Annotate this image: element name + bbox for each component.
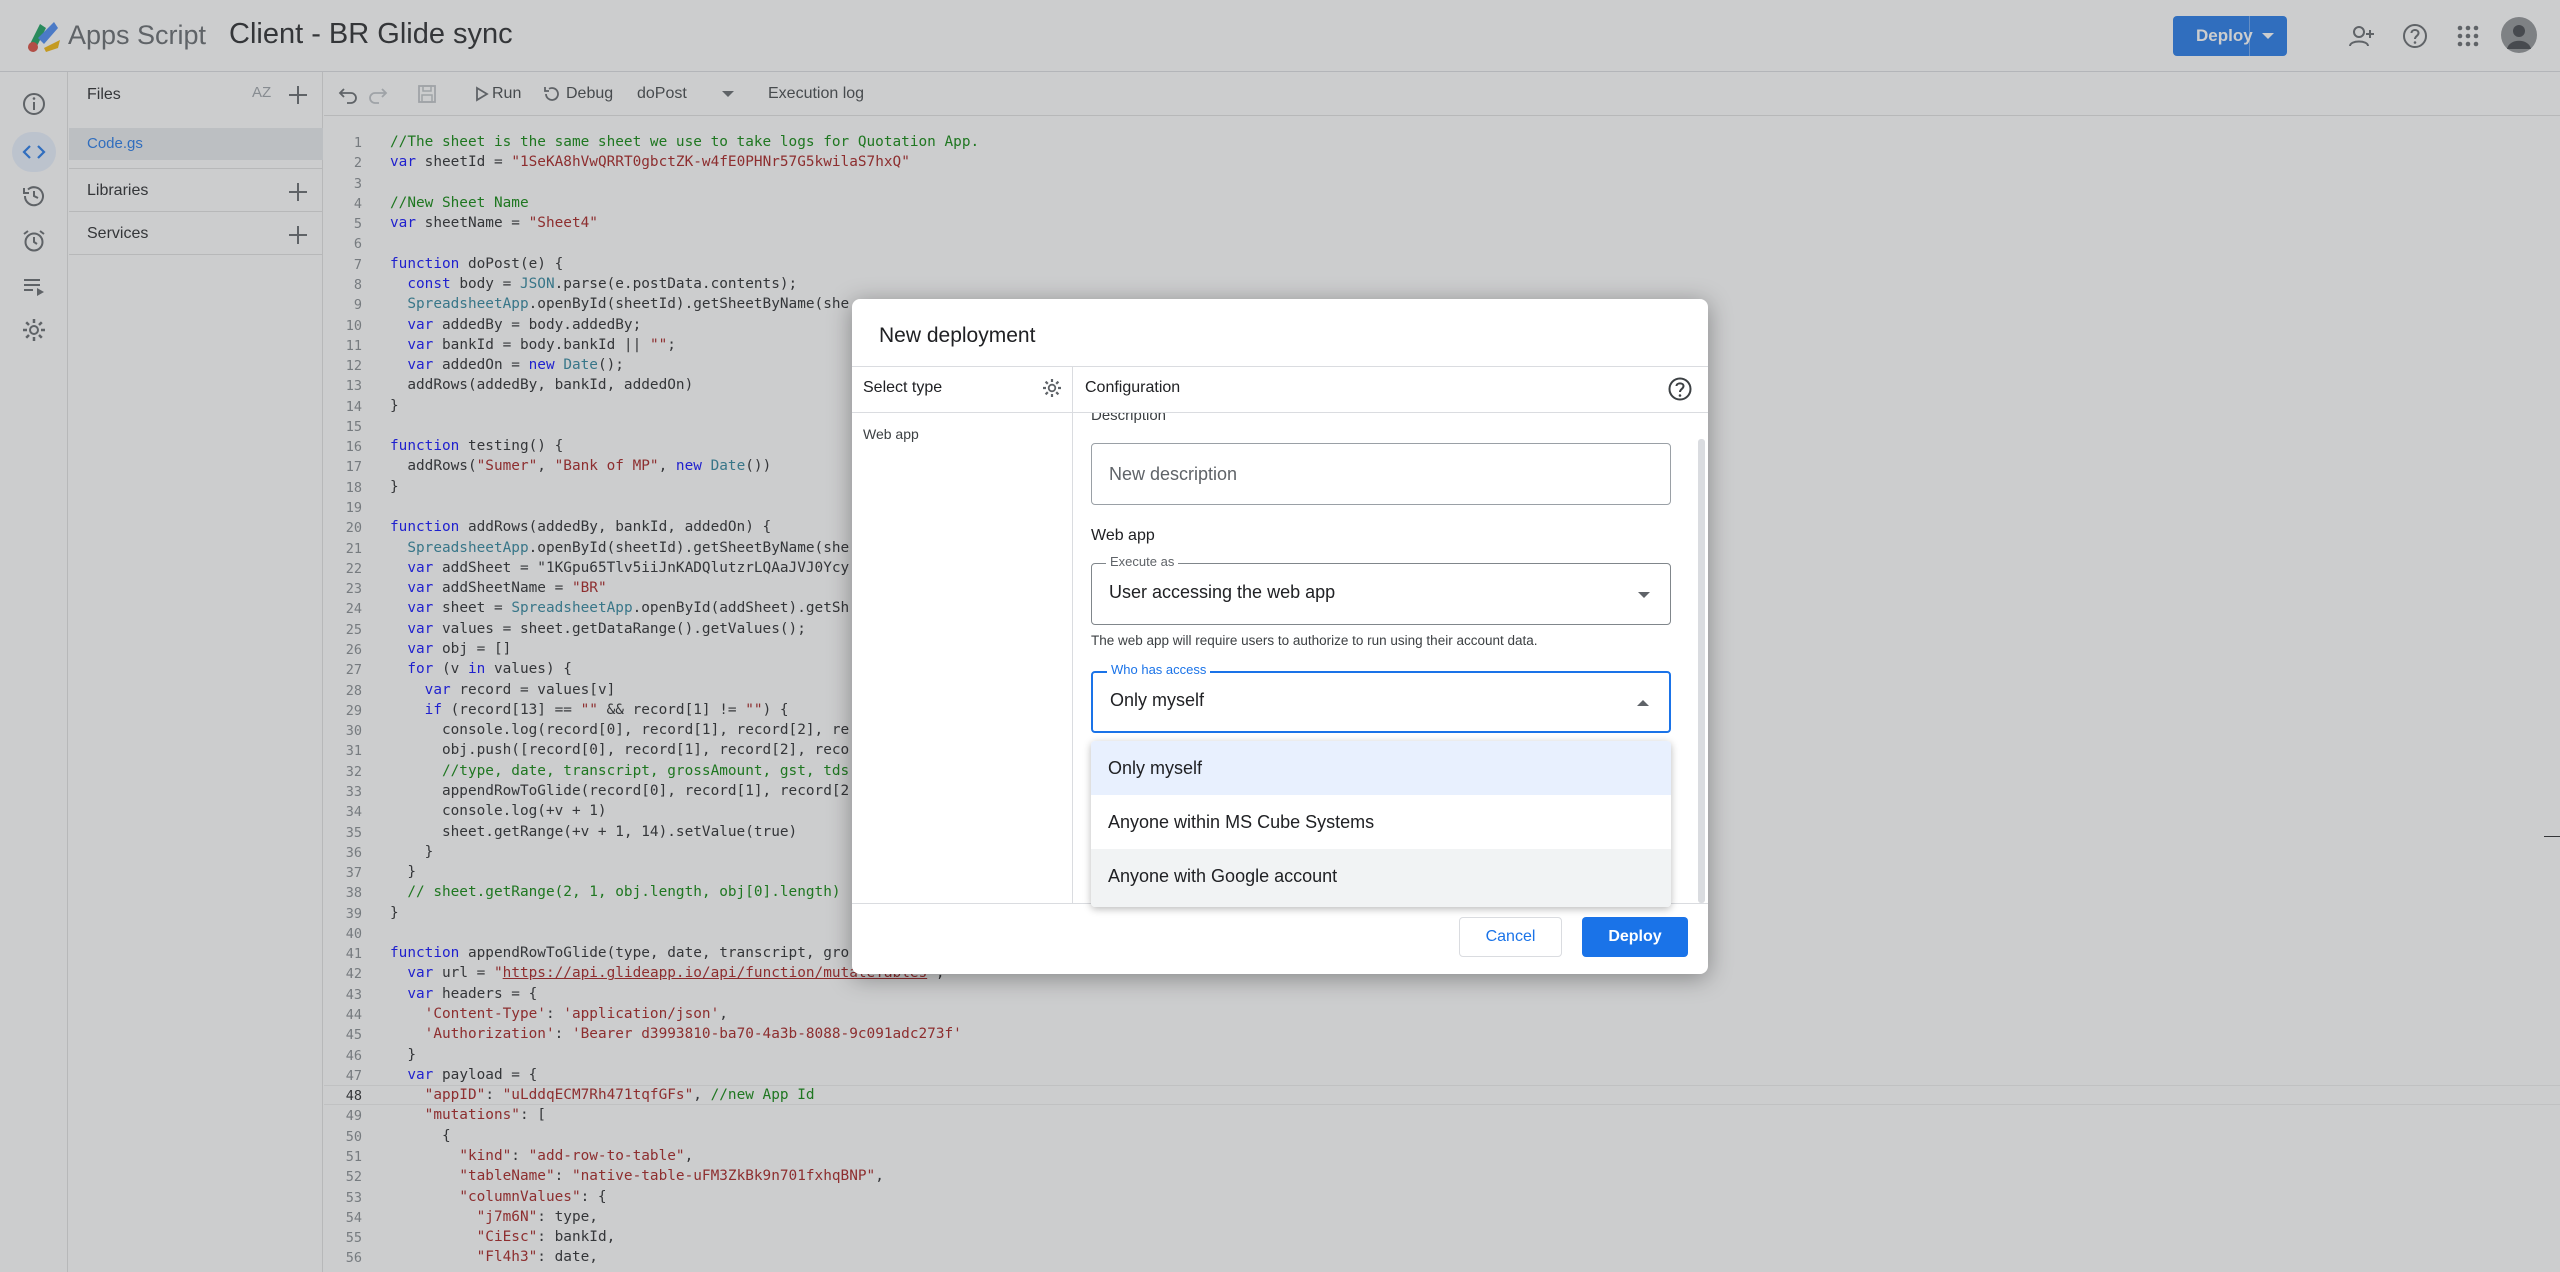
access-option-only-myself[interactable]: Only myself — [1091, 741, 1671, 795]
execute-as-select[interactable]: Execute as User accessing the web app — [1091, 554, 1671, 625]
description-label: Description — [1091, 413, 1167, 424]
web-app-heading: Web app — [1091, 527, 1155, 544]
execute-as-value: User accessing the web app — [1109, 582, 1336, 602]
deploy-button[interactable]: Deploy — [1582, 917, 1688, 957]
who-has-access-caret-up-icon — [1637, 700, 1649, 706]
access-option-label: Anyone within MS Cube Systems — [1108, 812, 1375, 832]
access-option-label: Only myself — [1108, 758, 1203, 778]
who-has-access-label: Who has access — [1107, 662, 1211, 677]
config-scrollbar[interactable] — [1698, 439, 1705, 903]
access-option-within-domain[interactable]: Anyone within MS Cube Systems — [1091, 795, 1671, 849]
new-deployment-dialog: New deployment Select type Configuration… — [852, 299, 1708, 974]
select-type-heading: Select type — [863, 379, 943, 396]
execute-as-caret-icon — [1638, 592, 1650, 598]
who-has-access-select[interactable]: Who has access Only myself — [1091, 662, 1671, 733]
access-option-google-account[interactable]: Anyone with Google account — [1091, 849, 1671, 907]
cancel-button[interactable]: Cancel — [1459, 917, 1562, 957]
who-has-access-value: Only myself — [1110, 690, 1205, 710]
type-settings-gear-icon[interactable] — [1041, 377, 1063, 399]
who-has-access-menu: Only myself Anyone within MS Cube System… — [1091, 741, 1671, 907]
access-option-label: Anyone with Google account — [1108, 866, 1338, 886]
web-app-hint: The web app will require users to author… — [1091, 633, 1538, 648]
dialog-title: New deployment — [879, 324, 1036, 347]
dialog-divider — [852, 366, 1708, 367]
config-help-icon[interactable] — [1667, 376, 1693, 402]
description-input[interactable]: New description — [1091, 443, 1671, 505]
type-option-web-app[interactable]: Web app — [863, 426, 919, 442]
configuration-heading: Configuration — [1085, 379, 1181, 396]
execute-as-label: Execute as — [1106, 554, 1179, 569]
